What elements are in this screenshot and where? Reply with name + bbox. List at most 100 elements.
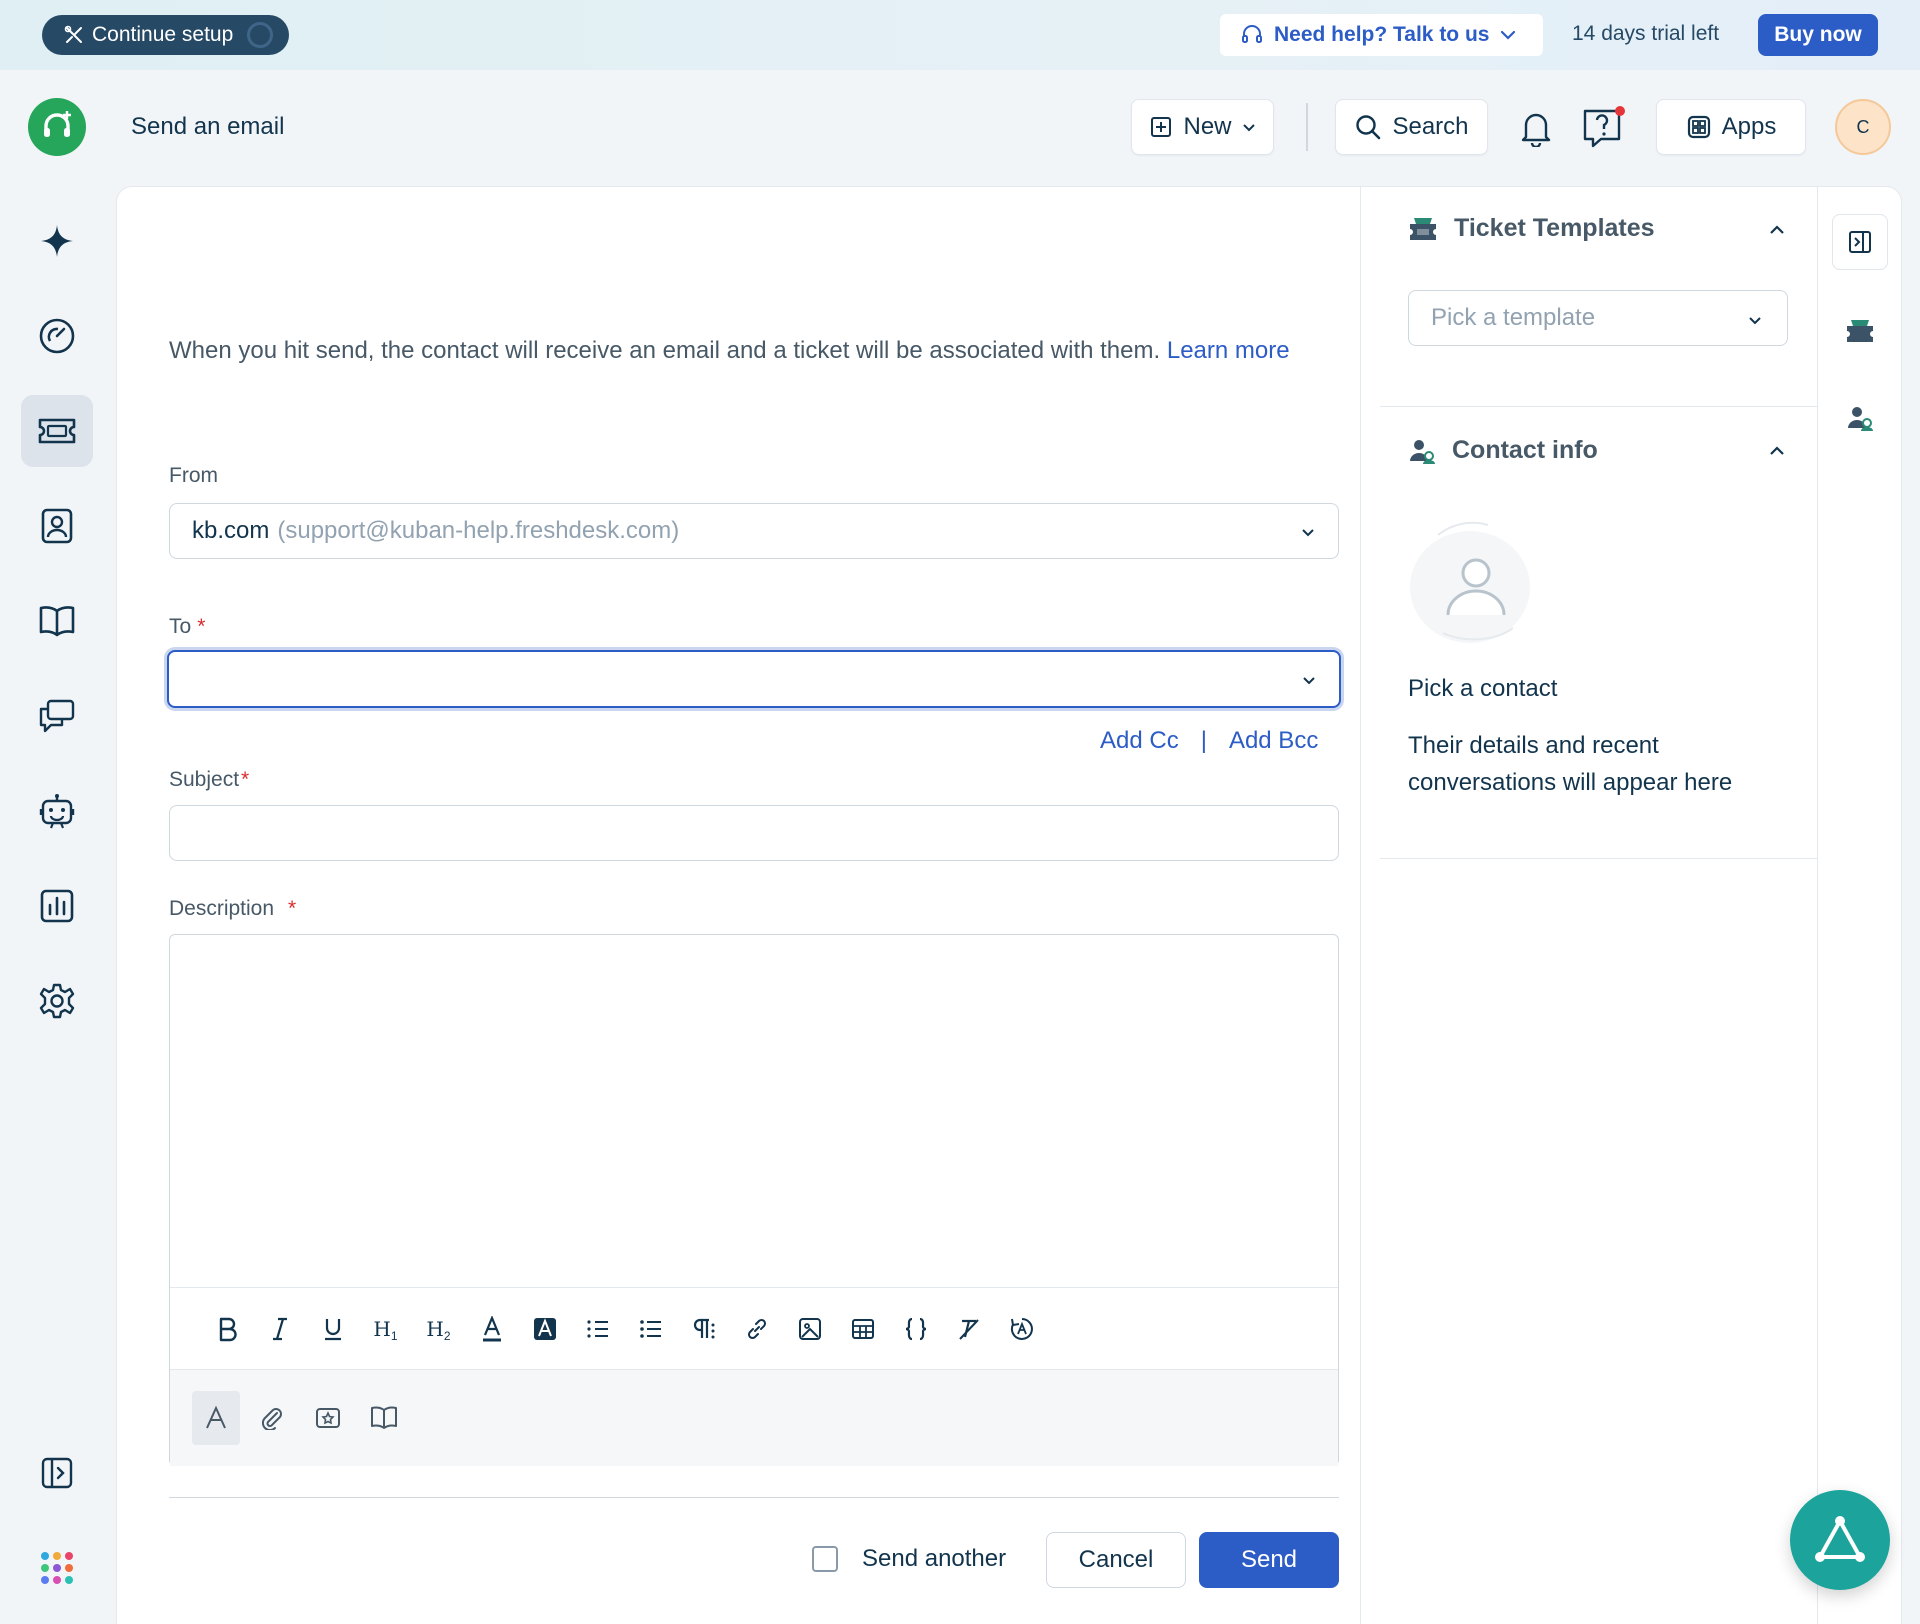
subject-label-text: Subject (169, 768, 240, 791)
right-panel-separator (1380, 858, 1817, 859)
dashboard-icon (38, 317, 76, 355)
freddy-assistant-fab[interactable] (1790, 1490, 1890, 1590)
tools-icon (64, 25, 84, 45)
link-icon[interactable] (730, 1309, 783, 1349)
to-input[interactable] (167, 650, 1341, 708)
insert-image-icon[interactable] (783, 1309, 836, 1349)
new-button[interactable]: New (1131, 99, 1274, 155)
heading-2-subscript: 2 (443, 1328, 451, 1343)
text-format-icon[interactable] (192, 1391, 240, 1445)
heading-2-icon[interactable]: H2 (412, 1309, 465, 1349)
font-color-icon[interactable] (465, 1309, 518, 1349)
code-braces-icon[interactable] (889, 1309, 942, 1349)
intro-description: When you hit send, the contact will rece… (169, 337, 1161, 364)
chevron-up-icon[interactable] (1766, 222, 1788, 238)
contact-info-header[interactable]: Contact info (1408, 436, 1598, 465)
sidebar-item-conversations[interactable] (21, 680, 93, 752)
search-label: Search (1392, 113, 1469, 140)
top-banner: Continue setup Need help? Talk to us 14 … (0, 0, 1920, 70)
clear-formatting-icon[interactable] (942, 1309, 995, 1349)
sidebar-item-tickets[interactable] (21, 395, 93, 467)
add-cc-link[interactable]: Add Cc (1100, 727, 1179, 755)
to-label: To * (169, 615, 205, 639)
contacts-icon (40, 507, 74, 545)
autocorrect-icon[interactable] (995, 1309, 1048, 1349)
send-another-option[interactable]: Send another (812, 1545, 1006, 1573)
help-question-icon[interactable] (1580, 103, 1628, 151)
subject-input[interactable] (169, 805, 1339, 861)
send-another-label: Send another (862, 1545, 1007, 1572)
highlight-color-icon[interactable] (518, 1309, 571, 1349)
template-select[interactable]: Pick a template (1408, 290, 1788, 346)
right-rail-divider (1817, 186, 1818, 1624)
chevron-down-icon (1499, 26, 1517, 44)
sidebar-item-knowledge-base[interactable] (21, 585, 93, 657)
to-label-text: To (169, 615, 192, 638)
rail-contact-info-icon[interactable] (1832, 390, 1888, 446)
rail-ticket-template-icon[interactable] (1832, 303, 1888, 359)
ticket-icon (37, 416, 77, 446)
sidebar-item-dashboard[interactable] (21, 300, 93, 372)
book-icon (38, 604, 76, 638)
from-email: (support@kuban-help.freshdesk.com) (277, 517, 680, 544)
paragraph-format-icon[interactable] (677, 1309, 730, 1349)
send-button[interactable]: Send (1199, 1532, 1339, 1588)
heading-1-icon[interactable]: H1 (359, 1309, 412, 1349)
buy-now-button[interactable]: Buy now (1758, 14, 1878, 56)
need-help-button[interactable]: Need help? Talk to us (1220, 14, 1543, 56)
search-icon (1354, 113, 1382, 141)
contact-placeholder-illustration-icon (1408, 515, 1538, 655)
pick-contact-heading: Pick a contact (1408, 675, 1558, 702)
bullet-list-icon[interactable] (624, 1309, 677, 1349)
search-button[interactable]: Search (1335, 99, 1488, 155)
learn-more-link[interactable]: Learn more (1167, 337, 1290, 364)
attachment-icon[interactable] (248, 1391, 296, 1445)
user-avatar[interactable]: C (1835, 99, 1891, 155)
notifications-bell-icon[interactable] (1512, 103, 1560, 151)
solution-article-icon[interactable] (360, 1391, 408, 1445)
apps-label: Apps (1721, 113, 1777, 140)
italic-icon[interactable] (253, 1309, 306, 1349)
template-placeholder: Pick a template (1431, 304, 1596, 331)
right-panel-divider (1360, 186, 1361, 1624)
sidebar-item-settings[interactable] (21, 965, 93, 1037)
ticket-templates-header[interactable]: Ticket Templates (1408, 214, 1655, 243)
bold-icon[interactable] (200, 1309, 253, 1349)
add-bcc-link[interactable]: Add Bcc (1229, 727, 1318, 755)
analytics-icon (39, 888, 75, 924)
sidebar-item-freddy-ai[interactable] (21, 205, 93, 277)
conversations-icon (38, 698, 76, 734)
need-help-label: Need help? Talk to us (1274, 23, 1490, 46)
numbered-list-icon[interactable] (571, 1309, 624, 1349)
description-label: Description * (169, 897, 296, 921)
form-footer-divider (169, 1497, 1339, 1498)
continue-setup-button[interactable]: Continue setup (42, 15, 290, 55)
send-another-checkbox[interactable] (812, 1546, 838, 1572)
collapse-panel-icon[interactable] (1832, 214, 1888, 270)
freshdesk-logo[interactable] (28, 98, 86, 156)
heading-1-subscript: 1 (390, 1328, 398, 1343)
editor-footer (170, 1369, 1338, 1466)
heading-2-letter: H (426, 1316, 444, 1341)
intro-text: When you hit send, the contact will rece… (169, 332, 1339, 369)
page-title: Send an email (131, 113, 285, 140)
bot-icon (38, 792, 76, 830)
cancel-button[interactable]: Cancel (1046, 1532, 1186, 1588)
sidebar-item-analytics[interactable] (21, 870, 93, 942)
gear-icon (38, 982, 76, 1020)
canned-response-icon[interactable] (304, 1391, 352, 1445)
chevron-down-icon (1747, 312, 1763, 328)
description-label-text: Description (169, 897, 275, 920)
sidebar-item-contacts[interactable] (21, 490, 93, 562)
apps-button[interactable]: Apps (1656, 99, 1806, 155)
chevron-up-icon[interactable] (1766, 443, 1788, 459)
cc-separator: | (1200, 727, 1207, 754)
description-editor[interactable]: H1 H2 (169, 934, 1339, 1466)
expand-sidebar-icon[interactable] (21, 1437, 93, 1509)
plus-square-icon (1149, 115, 1173, 139)
underline-icon[interactable] (306, 1309, 359, 1349)
from-select[interactable]: kb.com (support@kuban-help.freshdesk.com… (169, 503, 1339, 559)
product-switcher-icon[interactable] (21, 1532, 93, 1604)
sidebar-item-bots[interactable] (21, 775, 93, 847)
insert-table-icon[interactable] (836, 1309, 889, 1349)
